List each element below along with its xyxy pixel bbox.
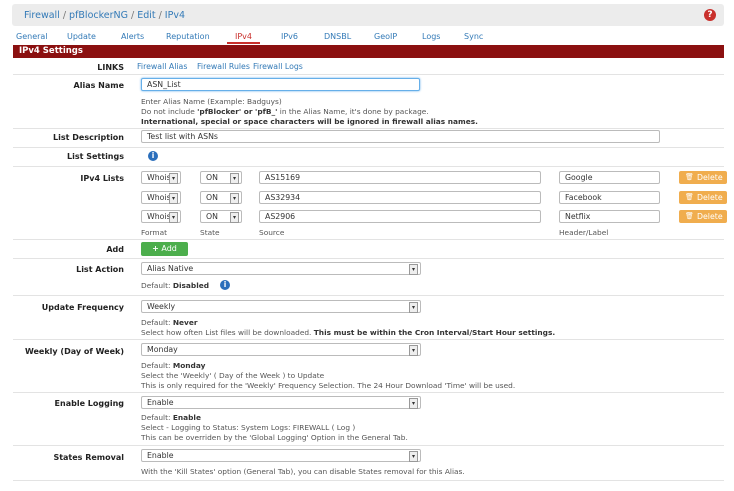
info-icon[interactable]: i	[220, 280, 230, 290]
format-select[interactable]: Whois ▾	[141, 191, 181, 204]
states-removal-help: With the 'Kill States' option (General T…	[141, 467, 465, 476]
list-description-input[interactable]: Test list with ASNs	[141, 130, 660, 143]
source-input[interactable]: AS15169	[259, 171, 541, 184]
tab-geoip[interactable]: GeoIP	[374, 32, 397, 41]
tab-general[interactable]: General	[16, 32, 48, 41]
tab-dnsbl[interactable]: DNSBL	[324, 32, 351, 41]
tab-ipv4[interactable]: IPv4	[226, 32, 261, 44]
tab-alerts[interactable]: Alerts	[121, 32, 144, 41]
state-select[interactable]: ON ▾	[200, 171, 242, 184]
plus-icon: +	[152, 244, 159, 253]
alias-name-help: Enter Alias Name (Example: Badguys) Do n…	[141, 97, 478, 126]
update-frequency-label: Update Frequency	[41, 303, 124, 312]
breadcrumb-firewall[interactable]: Firewall	[24, 10, 60, 21]
weekly-help: Default: Monday Select the 'Weekly' ( Da…	[141, 361, 516, 390]
header-input[interactable]: Facebook	[559, 191, 660, 204]
divider	[13, 295, 724, 296]
chevron-down-icon: ▾	[409, 451, 418, 462]
breadcrumb-edit[interactable]: Edit	[137, 10, 155, 21]
chevron-down-icon: ▾	[409, 302, 418, 313]
divider	[13, 128, 724, 129]
delete-button[interactable]: Delete	[679, 191, 727, 204]
header-input[interactable]: Google	[559, 171, 660, 184]
state-caption: State	[200, 228, 220, 237]
enable-logging-help: Default: Enable Select - Logging to Stat…	[141, 413, 408, 442]
source-input[interactable]: AS2906	[259, 210, 541, 223]
enable-logging-select[interactable]: Enable ▾	[141, 396, 421, 409]
chevron-down-icon: ▾	[230, 173, 239, 184]
add-button[interactable]: + Add	[141, 242, 188, 256]
tab-ipv6[interactable]: IPv6	[281, 32, 298, 41]
chevron-down-icon: ▾	[409, 345, 418, 356]
update-frequency-select[interactable]: Weekly ▾	[141, 300, 421, 313]
update-frequency-help: Default: Never Select how often List fil…	[141, 318, 556, 337]
list-settings-label: List Settings	[67, 152, 124, 161]
links-label: LINKS	[97, 63, 124, 72]
divider	[13, 258, 724, 259]
breadcrumb-separator: /	[62, 9, 67, 21]
alias-name-input[interactable]: ASN_List	[141, 78, 420, 91]
chevron-down-icon: ▾	[409, 398, 418, 409]
divider	[13, 239, 724, 240]
format-select[interactable]: Whois ▾	[141, 171, 181, 184]
format-caption: Format	[141, 228, 168, 237]
source-caption: Source	[259, 228, 285, 237]
source-input[interactable]: AS32934	[259, 191, 541, 204]
header-caption: Header/Label	[559, 228, 609, 237]
weekly-select[interactable]: Monday ▾	[141, 343, 421, 356]
format-select[interactable]: Whois ▾	[141, 210, 181, 223]
tab-logs[interactable]: Logs	[422, 32, 440, 41]
delete-button[interactable]: Delete	[679, 171, 727, 184]
divider	[13, 445, 724, 446]
divider	[13, 166, 724, 167]
link-firewall-alias[interactable]: Firewall Alias	[137, 62, 187, 71]
divider	[13, 339, 724, 340]
tab-sync[interactable]: Sync	[464, 32, 483, 41]
chevron-down-icon: ▾	[169, 173, 178, 184]
alias-name-label: Alias Name	[73, 81, 124, 90]
info-icon[interactable]: i	[148, 151, 158, 161]
state-select[interactable]: ON ▾	[200, 191, 242, 204]
weekly-label: Weekly (Day of Week)	[24, 347, 124, 356]
delete-button[interactable]: Delete	[679, 210, 727, 223]
header-input[interactable]: Netflix	[559, 210, 660, 223]
divider	[13, 480, 724, 481]
page: Firewall / pfBlockerNG / Edit / IPv4 ? G…	[4, 0, 730, 488]
chevron-down-icon: ▾	[409, 264, 418, 275]
tab-bar: General Update Alerts Reputation IPv4 IP…	[12, 29, 724, 45]
link-firewall-rules[interactable]: Firewall Rules	[197, 62, 250, 71]
divider	[13, 74, 724, 75]
list-action-select[interactable]: Alias Native ▾	[141, 262, 421, 275]
list-action-default: Default: Disabled	[141, 281, 210, 290]
chevron-down-icon: ▾	[230, 193, 239, 204]
breadcrumb-separator: /	[158, 9, 162, 21]
enable-logging-label: Enable Logging	[54, 399, 124, 408]
breadcrumb: Firewall / pfBlockerNG / Edit / IPv4 ?	[12, 4, 724, 26]
divider	[13, 392, 724, 393]
breadcrumb-ipv4: IPv4	[164, 9, 185, 21]
chevron-down-icon: ▾	[169, 193, 178, 204]
help-icon[interactable]: ?	[704, 9, 716, 21]
tab-reputation[interactable]: Reputation	[166, 32, 210, 41]
states-removal-label: States Removal	[53, 453, 124, 462]
chevron-down-icon: ▾	[169, 212, 178, 223]
list-description-label: List Description	[53, 133, 124, 142]
chevron-down-icon: ▾	[230, 212, 239, 223]
list-action-label: List Action	[76, 265, 124, 274]
breadcrumb-pfblockerng[interactable]: pfBlockerNG	[69, 10, 128, 21]
add-label: Add	[106, 245, 124, 254]
panel-title: IPv4 Settings	[13, 45, 724, 58]
divider	[13, 147, 724, 148]
state-select[interactable]: ON ▾	[200, 210, 242, 223]
tab-update[interactable]: Update	[67, 32, 96, 41]
breadcrumb-separator: /	[130, 9, 135, 21]
link-firewall-logs[interactable]: Firewall Logs	[253, 62, 303, 71]
states-removal-select[interactable]: Enable ▾	[141, 449, 421, 462]
ipv4-lists-label: IPv4 Lists	[80, 174, 124, 183]
